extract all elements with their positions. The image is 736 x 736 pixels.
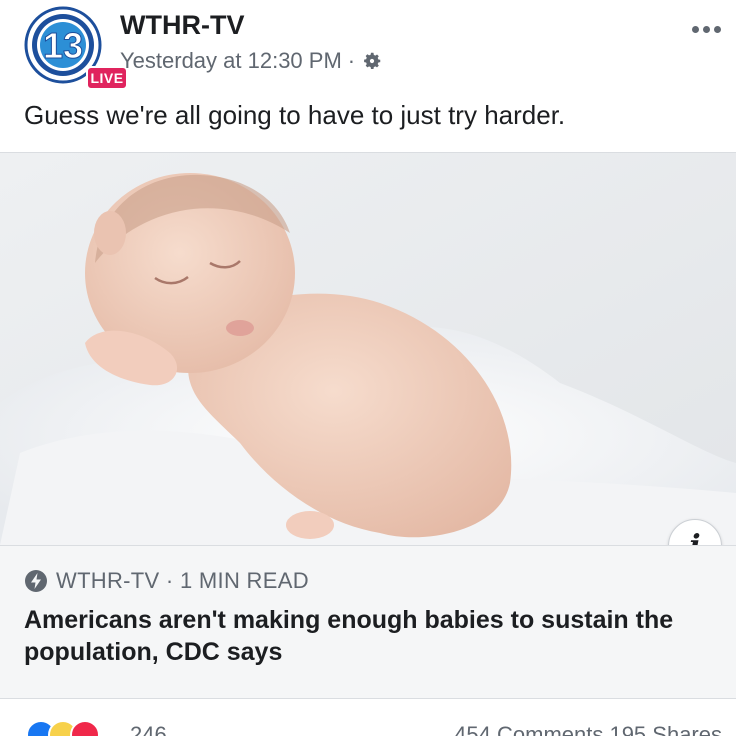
link-preview-image[interactable]: i <box>0 153 736 545</box>
love-reaction-icon <box>70 720 100 736</box>
reaction-icons[interactable] <box>26 720 100 736</box>
more-dot-icon <box>691 25 699 33</box>
link-preview-card[interactable]: i WTHR-TV · 1 MIN READ Americans aren't … <box>0 152 736 699</box>
post-timestamp[interactable]: Yesterday at 12:30 PM <box>120 48 342 74</box>
post-header: 13 LIVE WTHR-TV Yesterday at 12:30 PM · <box>0 0 736 92</box>
instant-article-bolt-icon <box>25 570 47 592</box>
post-meta: Yesterday at 12:30 PM · <box>120 46 383 76</box>
facebook-post: 13 LIVE WTHR-TV Yesterday at 12:30 PM · … <box>0 0 736 736</box>
page-avatar[interactable]: 13 LIVE <box>24 6 128 90</box>
meta-separator: · <box>347 48 356 73</box>
sleeping-baby-photo <box>0 153 736 545</box>
more-dot-icon <box>702 25 710 33</box>
gear-icon <box>361 50 383 72</box>
more-dot-icon <box>713 25 721 33</box>
link-source: WTHR-TV · 1 MIN READ <box>56 568 309 593</box>
reaction-count[interactable]: 246 <box>130 722 167 736</box>
link-preview-meta: WTHR-TV · 1 MIN READ Americans aren't ma… <box>0 545 736 699</box>
post-footer: 246 454 Comments 195 Shares <box>0 710 736 736</box>
avatar-number: 13 <box>43 25 83 66</box>
link-source-row: WTHR-TV · 1 MIN READ <box>24 566 309 596</box>
post-caption: Guess we're all going to have to just tr… <box>24 100 566 130</box>
more-options-button[interactable] <box>688 14 724 44</box>
comments-shares-count[interactable]: 454 Comments 195 Shares <box>454 722 722 736</box>
page-name-link[interactable]: WTHR-TV <box>120 10 244 41</box>
link-headline[interactable]: Americans aren't making enough babies to… <box>24 604 714 668</box>
